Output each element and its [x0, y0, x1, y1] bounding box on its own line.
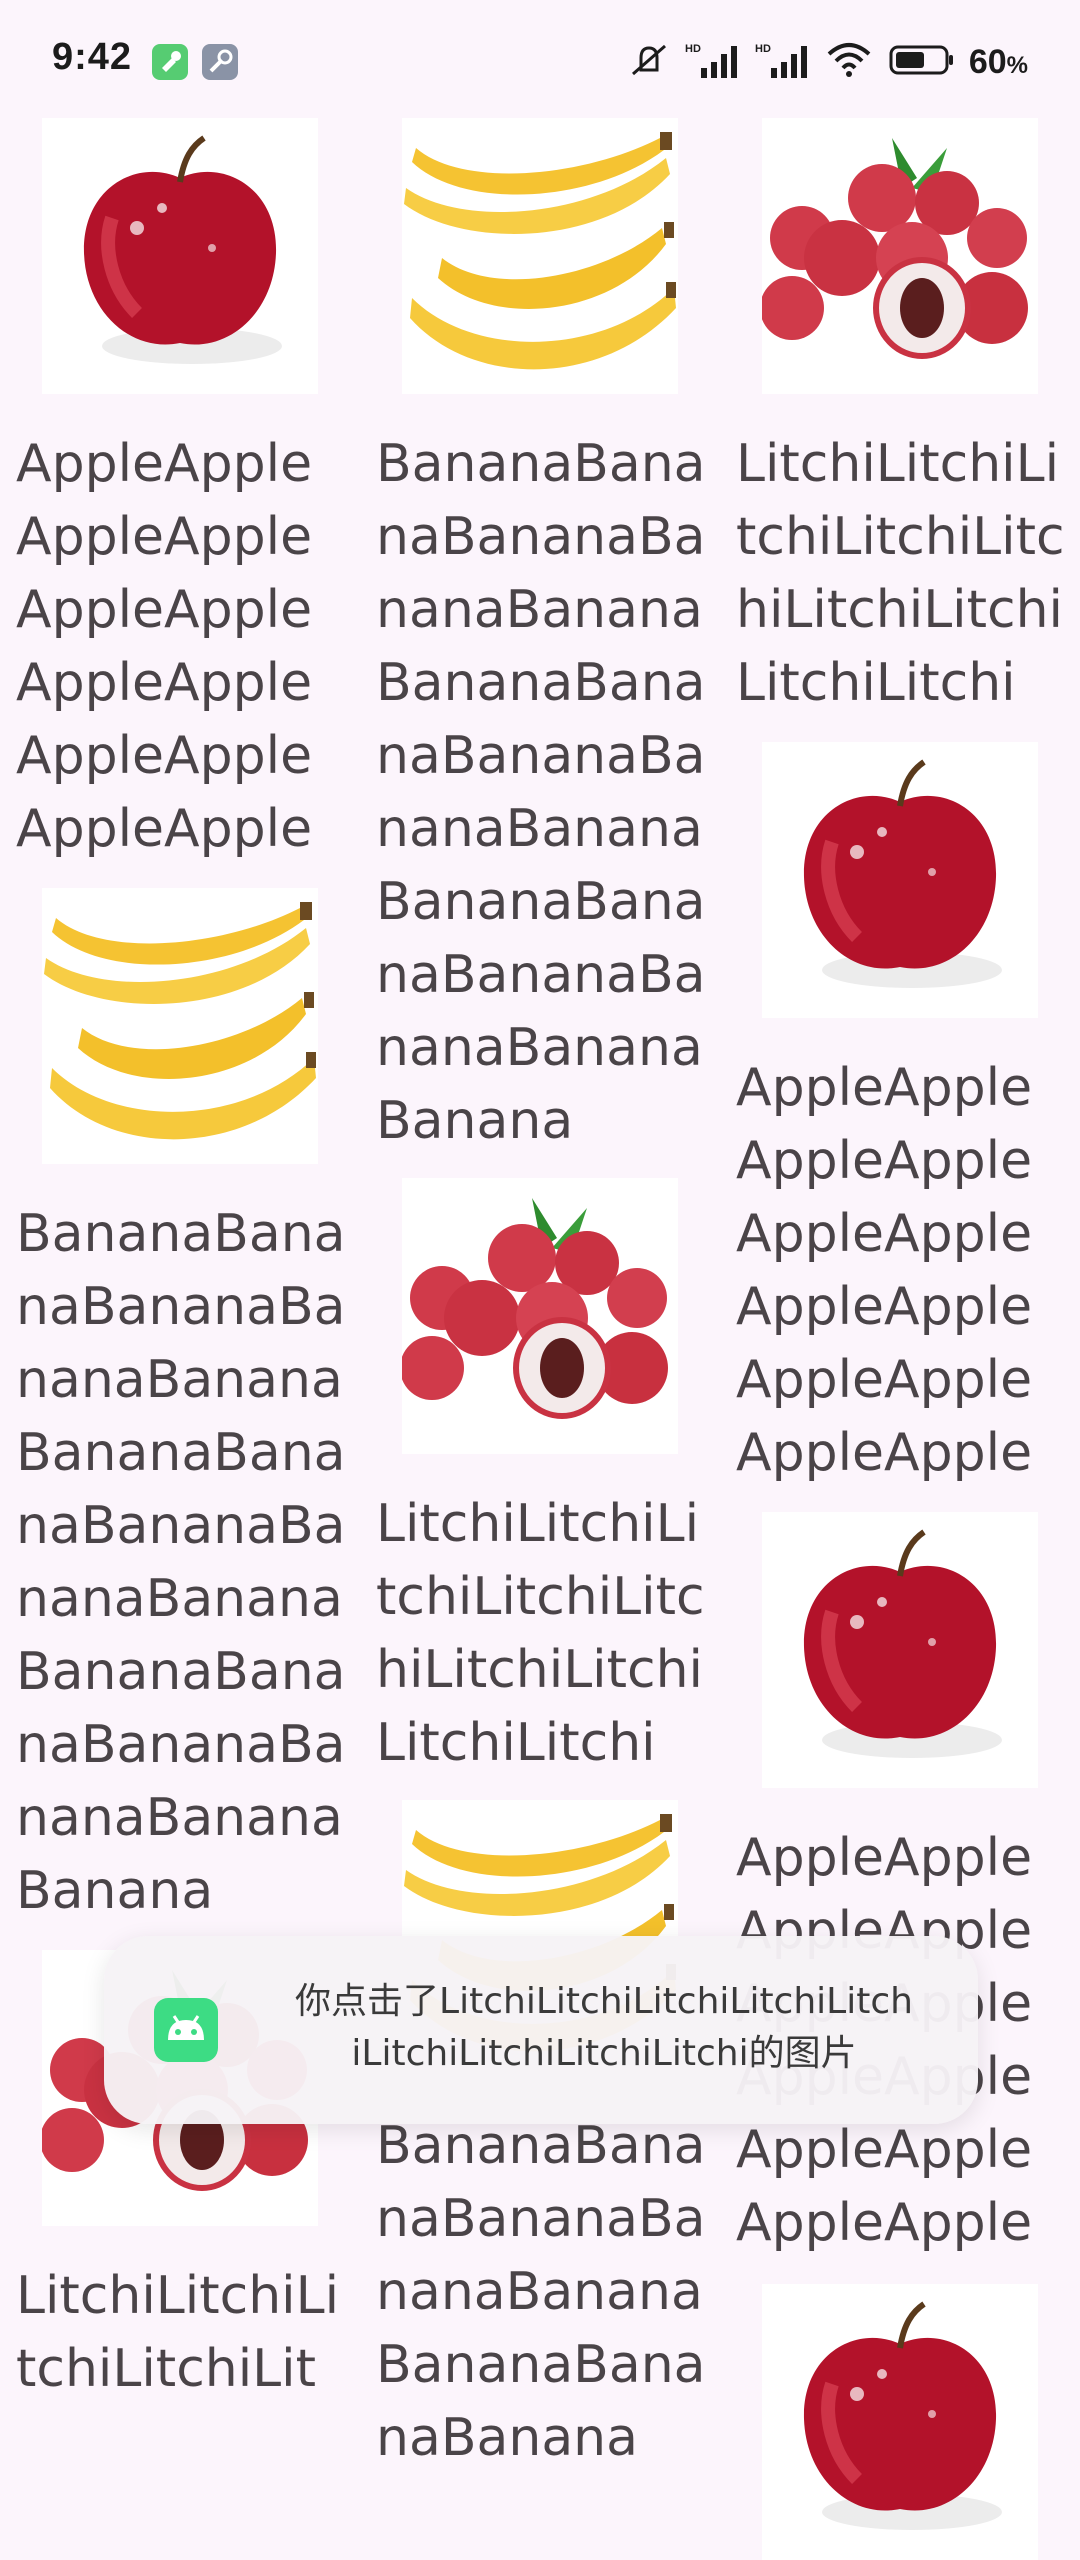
- banana-image[interactable]: [42, 888, 318, 1164]
- fruit-caption: AppleAppleAppleAppleAppleAppleAppleApple…: [736, 1058, 1033, 1483]
- fruit-caption: AppleAppleAppleAppleAppleAppleAppleApple…: [16, 434, 313, 859]
- fruit-caption: BananaBananaBananaBananaBananaBananaBana…: [376, 2116, 706, 2468]
- apple-image[interactable]: [42, 118, 318, 394]
- fruit-caption: LitchiLitchiLitchiLitchiLit: [16, 2266, 340, 2399]
- toast-text: 你点击了LitchiLitchiLitchiLitchiLitchiLitchi…: [295, 1981, 913, 2074]
- apple-image[interactable]: [762, 2284, 1038, 2560]
- fruit-caption: LitchiLitchiLitchiLitchiLitchiLitchiLitc…: [736, 434, 1065, 713]
- litchi-image[interactable]: [402, 1178, 678, 1454]
- toast-message: 你点击了LitchiLitchiLitchiLitchiLitchiLitchi…: [104, 1936, 978, 2124]
- apple-image[interactable]: [762, 742, 1038, 1018]
- apple-image[interactable]: [762, 1512, 1038, 1788]
- fruit-caption: BananaBananaBananaBananaBananaBananaBana…: [376, 434, 706, 1151]
- litchi-image[interactable]: [762, 118, 1038, 394]
- fruit-caption: BananaBananaBananaBananaBananaBananaBana…: [16, 1204, 346, 1921]
- android-icon: [154, 1998, 218, 2062]
- banana-image[interactable]: [402, 118, 678, 394]
- fruit-caption: LitchiLitchiLitchiLitchiLitchiLitchiLitc…: [376, 1494, 705, 1773]
